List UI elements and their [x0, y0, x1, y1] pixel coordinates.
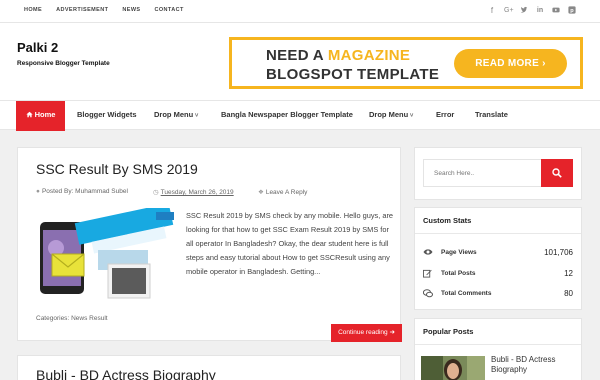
ad-read-more-button[interactable]: READ MORE › — [454, 49, 567, 78]
svg-text:p: p — [570, 8, 574, 14]
category-news[interactable]: News — [71, 315, 87, 322]
ad-line-1: NEED A MAGAZINE — [266, 47, 411, 64]
top-link-news[interactable]: NEWS — [122, 7, 140, 13]
divider — [415, 344, 581, 345]
google-plus-icon[interactable]: G+ — [504, 6, 514, 17]
main-nav: Home Blogger Widgets Drop Menu ˅ Bangla … — [0, 100, 600, 131]
divider — [415, 233, 581, 234]
category-result[interactable]: Result — [89, 315, 107, 322]
categories-label: Categories: — [36, 315, 70, 322]
post-date[interactable]: ◷ Tuesday, March 26, 2019 — [153, 188, 234, 196]
popular-posts-title: Popular Posts — [423, 327, 474, 336]
nav-home[interactable]: Home — [16, 101, 65, 131]
chevron-down-icon: ˅ — [408, 113, 414, 119]
stat-value: 101,706 — [544, 248, 573, 257]
stat-value: 12 — [564, 269, 573, 278]
comments-icon — [422, 289, 433, 300]
arrow-right-icon: ➜ — [389, 329, 395, 336]
top-link-home[interactable]: HOME — [24, 7, 42, 13]
stat-label: Total Comments — [441, 290, 492, 297]
social-links: f G+ in p — [488, 6, 576, 17]
stats-title: Custom Stats — [423, 216, 472, 225]
edit-icon — [423, 269, 433, 280]
post-excerpt: SSC Result 2019 by SMS check by any mobi… — [186, 211, 394, 276]
chevron-down-icon: ˅ — [193, 113, 199, 119]
post-card: SSC Result By SMS 2019 ● Posted By: Muham… — [17, 147, 402, 342]
search-button[interactable] — [541, 159, 573, 187]
top-bar: HOME ADVERTISEMENT NEWS CONTACT f G+ in … — [0, 0, 600, 23]
nav-drop-menu-1[interactable]: Drop Menu ˅ — [154, 101, 198, 131]
nav-bangla-newspaper[interactable]: Bangla Newspaper Blogger Template — [221, 101, 353, 131]
search-input[interactable] — [423, 159, 547, 187]
post-title[interactable]: SSC Result By SMS 2019 — [36, 161, 198, 177]
search-widget — [414, 147, 582, 200]
popular-posts-widget: Popular Posts Bubli - BD Actress Biograp… — [414, 318, 582, 380]
post-title-2[interactable]: Bubli - BD Actress Biography — [36, 367, 216, 380]
pinterest-icon[interactable]: p — [568, 6, 576, 17]
stat-total-comments: Total Comments 80 — [422, 289, 573, 301]
nav-home-label: Home — [34, 110, 56, 119]
clock-icon: ◷ — [153, 189, 159, 196]
popular-post-title[interactable]: Bubli - BD Actress Biography — [491, 355, 577, 375]
post-thumbnail[interactable] — [36, 208, 176, 301]
nav-error[interactable]: Error — [436, 101, 454, 131]
site-description: Responsive Blogger Template — [17, 60, 110, 67]
comment-icon: ❖ — [258, 189, 264, 196]
user-icon: ● — [36, 188, 40, 195]
nav-translate[interactable]: Translate — [475, 101, 508, 131]
site-title[interactable]: Palki 2 — [17, 40, 58, 55]
site-header: Palki 2 Responsive Blogger Template NEED… — [0, 23, 600, 100]
post-categories: Categories: News Result — [36, 315, 108, 322]
header-ad-banner[interactable]: NEED A MAGAZINE BLOGSPOT TEMPLATE READ M… — [229, 37, 583, 89]
home-icon — [25, 111, 33, 118]
post-card-2: Bubli - BD Actress Biography — [17, 355, 401, 380]
eye-icon — [423, 248, 433, 258]
popular-post-thumbnail[interactable] — [421, 356, 485, 380]
search-icon — [552, 168, 562, 178]
twitter-icon[interactable] — [520, 6, 528, 17]
top-link-contact[interactable]: CONTACT — [154, 7, 183, 13]
top-links: HOME ADVERTISEMENT NEWS CONTACT — [24, 7, 184, 13]
ad-highlight: MAGAZINE — [327, 47, 411, 64]
facebook-icon[interactable]: f — [488, 6, 496, 17]
linkedin-icon[interactable]: in — [536, 6, 544, 17]
continue-reading-button[interactable]: Continue reading ➜ — [331, 324, 402, 342]
stat-value: 80 — [564, 289, 573, 298]
stat-page-views: Page Views 101,706 — [423, 248, 573, 260]
post-author: ● Posted By: Muhammad Subel — [36, 188, 128, 195]
nav-blogger-widgets[interactable]: Blogger Widgets — [77, 101, 137, 131]
custom-stats-widget: Custom Stats Page Views 101,706 Total Po… — [414, 207, 582, 310]
top-link-advertisement[interactable]: ADVERTISEMENT — [56, 7, 108, 13]
post-comment-link[interactable]: ❖ Leave A Reply — [258, 188, 307, 196]
ad-line-2: BLOGSPOT TEMPLATE — [266, 66, 440, 83]
youtube-icon[interactable] — [552, 6, 560, 17]
nav-drop-menu-2[interactable]: Drop Menu ˅ — [369, 101, 413, 131]
stat-label: Total Posts — [441, 270, 476, 277]
stat-total-posts: Total Posts 12 — [423, 269, 573, 281]
stat-label: Page Views — [441, 249, 477, 256]
